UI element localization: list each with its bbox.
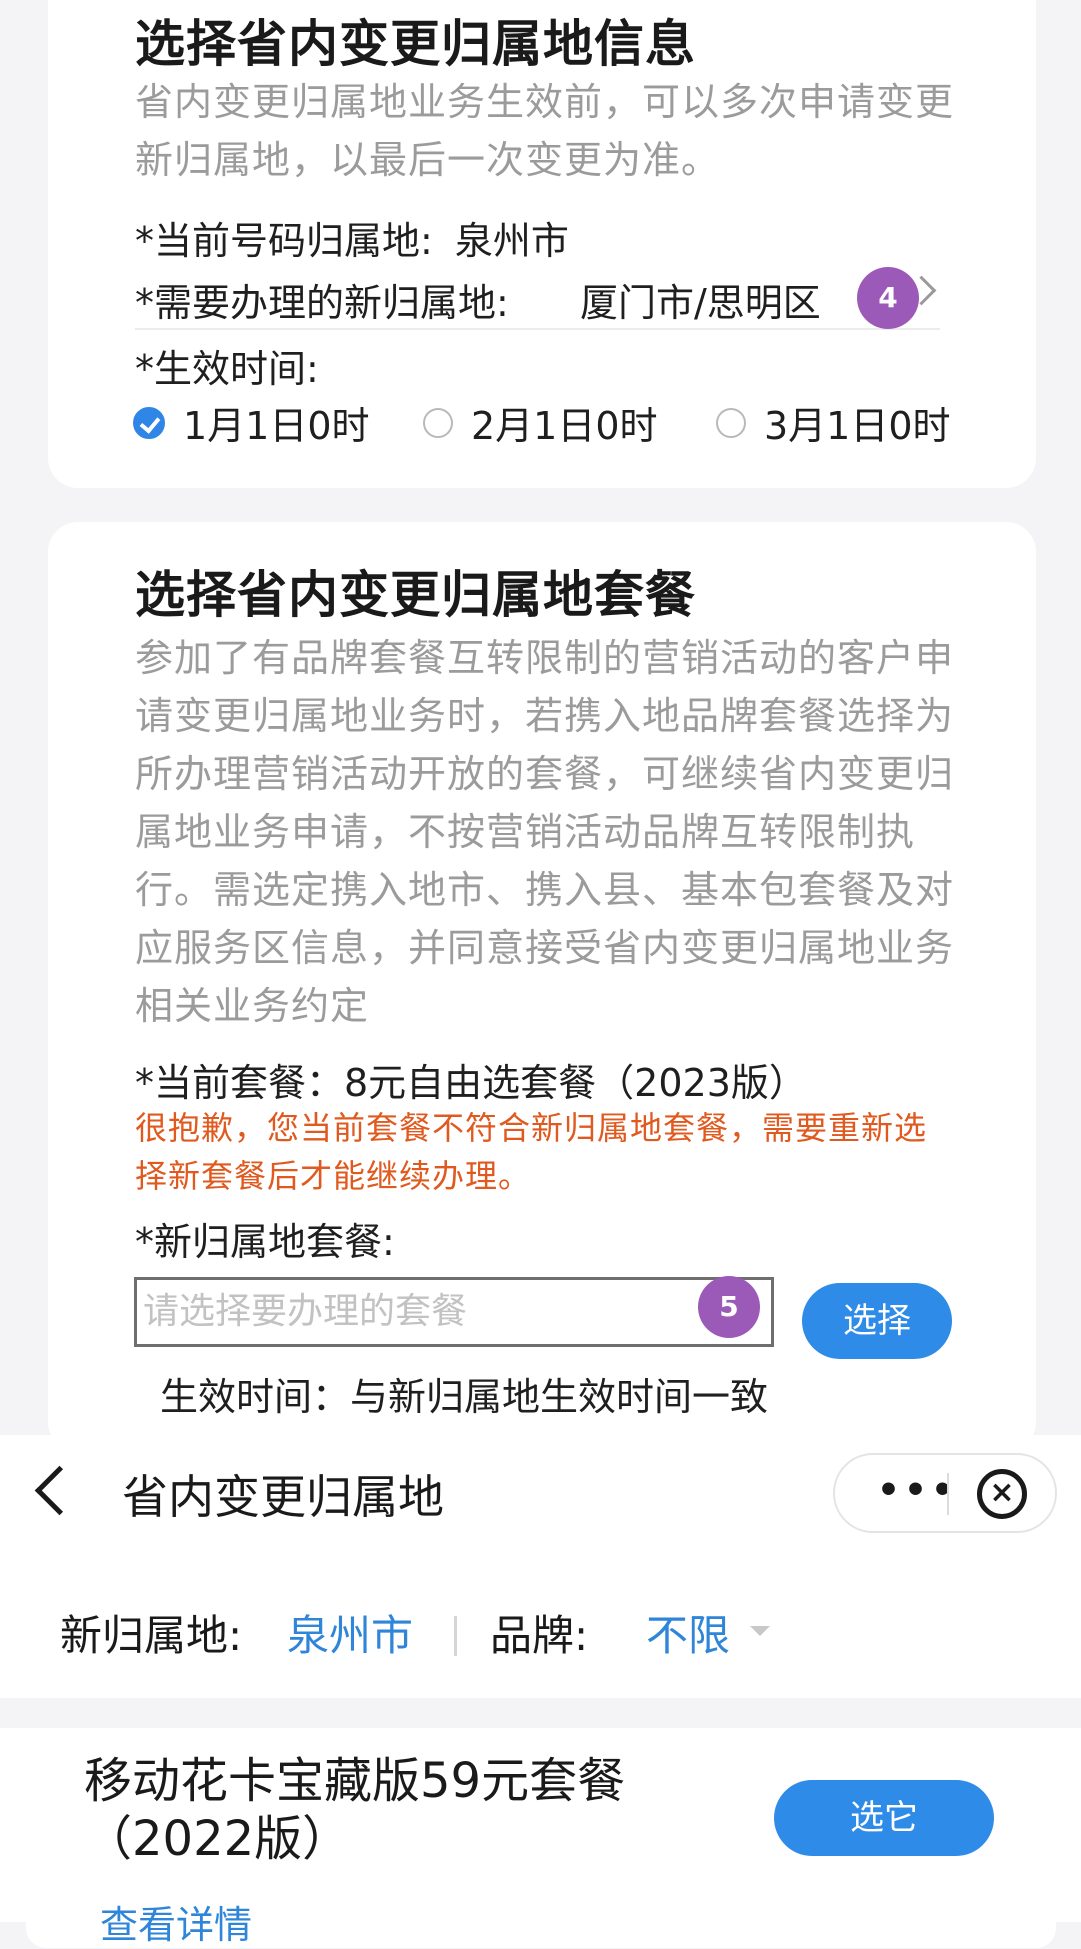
nav-title: 省内变更归属地 — [122, 1470, 444, 1524]
package-name: 移动花卡宝藏版59元套餐（2022版） — [84, 1753, 626, 1867]
caret-down-icon[interactable] — [750, 1626, 770, 1636]
nav-bar: 省内变更归属地 ••• × — [0, 1435, 1081, 1545]
new-location-value: 厦门市/思明区 — [580, 281, 821, 325]
current-location-label: *当前号码归属地: — [135, 219, 433, 263]
more-icon[interactable]: ••• — [877, 1470, 958, 1511]
radio-checked-icon — [133, 406, 165, 439]
step-badge-4: 4 — [857, 267, 919, 329]
location-section-title: 选择省内变更归属地信息 — [135, 15, 696, 73]
radio-option-jan[interactable]: 1月1日0时 — [133, 395, 370, 450]
filter-location-label: 新归属地: — [60, 1611, 243, 1660]
choose-package-button[interactable]: 选它 — [774, 1780, 994, 1856]
radio-unchecked-icon — [423, 407, 453, 438]
package-section-title: 选择省内变更归属地套餐 — [135, 566, 696, 624]
filter-location-value[interactable]: 泉州市 — [287, 1602, 413, 1663]
miniapp-capsule: ••• × — [833, 1453, 1057, 1533]
filter-divider — [454, 1616, 457, 1656]
miniapp-screen: 省内变更归属地 ••• × 新归属地: 泉州市 品牌: 不限 移动花卡宝藏版59… — [0, 1435, 1081, 1948]
radio-option-feb[interactable]: 2月1日0时 — [423, 395, 658, 450]
current-location-row: *当前号码归属地: 泉州市 — [135, 210, 569, 265]
new-package-label: *新归属地套餐: — [135, 1220, 395, 1264]
radio-label: 2月1日0时 — [471, 404, 658, 448]
new-location-label: *需要办理的新归属地: — [135, 281, 509, 325]
radio-label: 3月1日0时 — [764, 404, 951, 448]
current-location-value: 泉州市 — [454, 219, 569, 263]
location-section-desc: 省内变更归属地业务生效前，可以多次申请变更新归属地，以最后一次变更为准。 — [135, 80, 955, 182]
radio-option-mar[interactable]: 3月1日0时 — [716, 395, 951, 450]
section-gap — [0, 1698, 1081, 1728]
package-input[interactable]: 请选择要办理的套餐 — [134, 1277, 774, 1347]
package-effective-note: 生效时间：与新归属地生效时间一致 — [160, 1375, 769, 1419]
current-package: *当前套餐：8元自由选套餐（2023版） — [135, 1061, 807, 1105]
package-list-item: 移动花卡宝藏版59元套餐（2022版） 选它 查看详情 — [26, 1728, 1056, 1948]
radio-unchecked-icon — [716, 407, 746, 438]
new-location-selector[interactable]: *需要办理的新归属地: 厦门市/思明区 — [135, 272, 940, 330]
radio-label: 1月1日0时 — [183, 404, 370, 448]
package-input-placeholder: 请选择要办理的套餐 — [143, 1291, 468, 1332]
package-section-desc: 参加了有品牌套餐互转限制的营销活动的客户申请变更归属地业务时，若携入地品牌套餐选… — [135, 636, 955, 1028]
back-arrow-icon[interactable] — [34, 1465, 85, 1516]
capsule-divider — [947, 1473, 949, 1515]
step-badge-5: 5 — [698, 1276, 760, 1338]
select-package-button[interactable]: 选择 — [802, 1283, 952, 1359]
package-warning: 很抱歉，您当前套餐不符合新归属地套餐，需要重新选择新套餐后才能继续办理。 — [135, 1109, 928, 1195]
filter-brand-value[interactable]: 不限 — [646, 1602, 730, 1663]
filter-bar: 新归属地: 泉州市 品牌: 不限 — [0, 1580, 1081, 1700]
effective-time-label: *生效时间: — [135, 347, 319, 391]
close-icon[interactable]: × — [977, 1469, 1027, 1519]
filter-brand-label: 品牌: — [490, 1611, 589, 1660]
